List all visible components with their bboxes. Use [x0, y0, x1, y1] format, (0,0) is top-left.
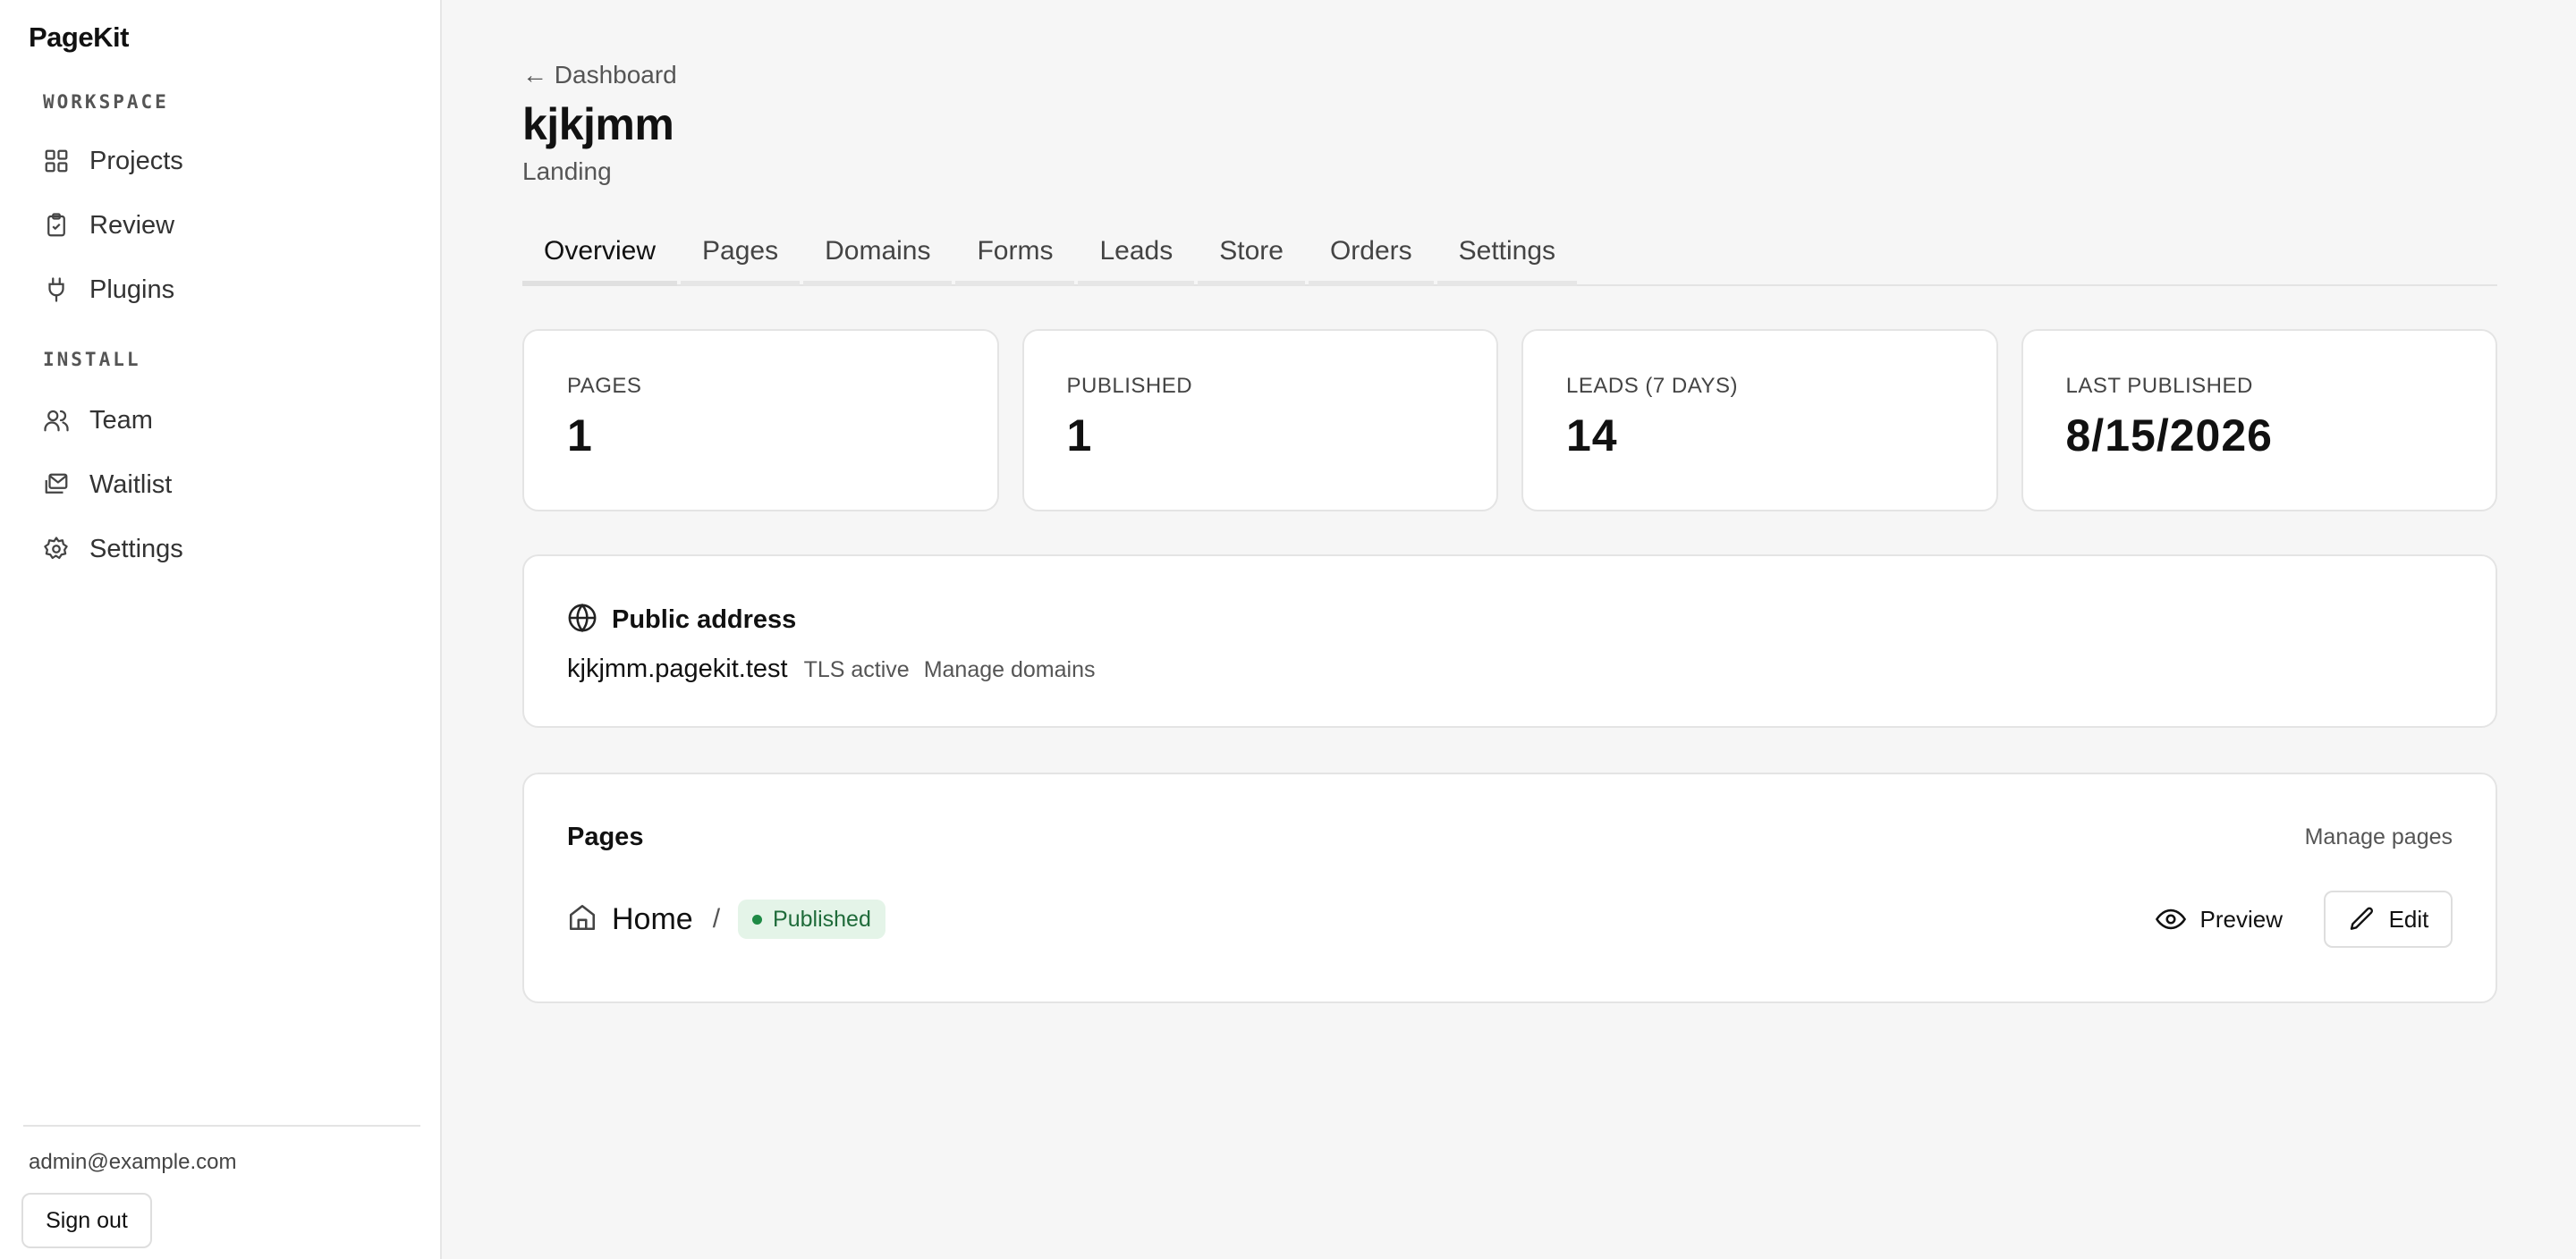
sidebar-item-review[interactable]: Review [25, 199, 419, 252]
stat-label: LEADS (7 DAYS) [1566, 374, 1738, 398]
sidebar-item-label: Team [89, 405, 153, 435]
sidebar: PageKit WORKSPACE Projects Review Plugin… [0, 0, 442, 1259]
brand-logo[interactable]: PageKit [29, 21, 129, 54]
sidebar-item-label: Projects [89, 146, 183, 175]
mail-stack-icon [43, 471, 70, 498]
page-subtitle: Landing [522, 157, 612, 185]
tab-orders[interactable]: Orders [1308, 222, 1434, 286]
sidebar-section-workspace: WORKSPACE [43, 91, 169, 113]
sidebar-item-label: Review [89, 210, 175, 240]
tab-domains[interactable]: Domains [803, 222, 953, 286]
public-address-row: kjkjmm.pagekit.test TLS active Manage do… [567, 655, 1095, 684]
tab-forms[interactable]: Forms [955, 222, 1075, 286]
status-badge-label: Published [773, 906, 871, 932]
stat-label: PUBLISHED [1066, 374, 1193, 398]
manage-pages-link[interactable]: Manage pages [2305, 824, 2453, 850]
eye-icon [2155, 908, 2186, 930]
sidebar-item-settings[interactable]: Settings [25, 522, 419, 576]
pencil-icon [2350, 907, 2373, 930]
list-item: Home / Published Preview Edit [567, 891, 2453, 948]
pages-card: Pages Manage pages Home / Published Prev… [522, 773, 2497, 1003]
gear-icon [43, 536, 70, 562]
edit-label: Edit [2388, 905, 2429, 933]
tab-bar: Overview Pages Domains Forms Leads Store… [522, 222, 2497, 286]
stat-value: 14 [1566, 410, 1618, 461]
manage-domains-link[interactable]: Manage domains [924, 657, 1096, 683]
plug-icon [43, 276, 70, 303]
stat-card-leads: LEADS (7 DAYS) 14 [1521, 329, 1998, 511]
public-address-header: Public address [567, 603, 796, 638]
back-to-dashboard-link[interactable]: ← Dashboard [522, 61, 677, 89]
globe-icon [567, 603, 597, 638]
home-icon [567, 902, 597, 937]
public-address-title: Public address [612, 605, 797, 634]
page-name[interactable]: Home [612, 902, 693, 937]
user-email: admin@example.com [29, 1150, 237, 1174]
sidebar-item-waitlist[interactable]: Waitlist [25, 458, 419, 511]
users-icon [43, 407, 70, 434]
sidebar-item-label: Waitlist [89, 469, 173, 499]
stat-card-last-published: LAST PUBLISHED 8/15/2026 [2021, 329, 2497, 511]
stat-value: 1 [567, 410, 593, 461]
sidebar-item-projects[interactable]: Projects [25, 134, 419, 188]
tab-overview[interactable]: Overview [522, 222, 678, 286]
preview-label: Preview [2199, 905, 2283, 933]
sidebar-divider [23, 1125, 420, 1127]
tab-pages[interactable]: Pages [681, 222, 801, 286]
stat-label: LAST PUBLISHED [2065, 374, 2253, 398]
stat-value: 1 [1066, 410, 1093, 461]
sign-out-button[interactable]: Sign out [21, 1193, 152, 1248]
page-path: / [712, 904, 721, 934]
stat-cards: PAGES 1 PUBLISHED 1 LEADS (7 DAYS) 14 LA… [522, 329, 2497, 511]
sidebar-item-label: Plugins [89, 275, 175, 304]
sidebar-item-team[interactable]: Team [25, 393, 419, 447]
preview-button[interactable]: Preview [2145, 891, 2293, 948]
tab-store[interactable]: Store [1198, 222, 1305, 286]
clipboard-check-icon [43, 212, 70, 239]
sidebar-section-install: INSTALL [43, 349, 141, 370]
sidebar-item-label: Settings [89, 534, 183, 563]
stat-value: 8/15/2026 [2065, 410, 2273, 461]
stat-card-published: PUBLISHED 1 [1021, 329, 1498, 511]
tab-leads[interactable]: Leads [1078, 222, 1195, 286]
public-address-card: Public address kjkjmm.pagekit.test TLS a… [522, 554, 2497, 728]
stat-card-pages: PAGES 1 [522, 329, 999, 511]
tls-status: TLS active [803, 657, 910, 682]
sidebar-item-plugins[interactable]: Plugins [25, 263, 419, 317]
stat-label: PAGES [567, 374, 642, 398]
page-title: kjkjmm [522, 99, 674, 149]
status-dot [752, 914, 763, 925]
tab-settings[interactable]: Settings [1436, 222, 1578, 286]
edit-button[interactable]: Edit [2324, 891, 2453, 948]
status-badge: Published [738, 900, 886, 939]
pages-section-title: Pages [567, 823, 644, 851]
public-domain: kjkjmm.pagekit.test [567, 655, 788, 683]
grid-icon [43, 148, 70, 174]
